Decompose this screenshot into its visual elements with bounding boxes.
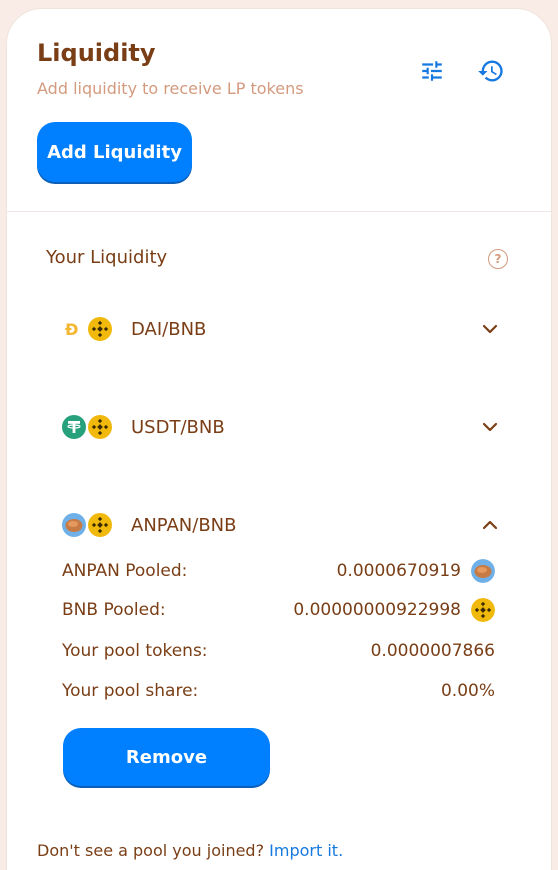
import-pool-prompt: Don't see a pool you joined? Import it. <box>37 841 343 860</box>
remove-button[interactable]: Remove <box>63 728 270 786</box>
anpan-pooled-value: 0.0000670919 <box>336 561 461 581</box>
page-title: Liquidity <box>37 39 156 67</box>
anpan-pooled-label: ANPAN Pooled: <box>62 561 188 581</box>
help-icon[interactable]: ? <box>488 249 508 269</box>
chevron-down-icon[interactable] <box>478 317 502 341</box>
pool-share-value: 0.00% <box>440 681 495 701</box>
pair-label: ANPAN/BNB <box>131 514 237 536</box>
bnb-icon <box>88 317 112 341</box>
bnb-icon <box>471 598 495 622</box>
pool-tokens-value: 0.0000007866 <box>370 641 495 661</box>
pair-token-icons: Đ <box>62 315 122 343</box>
anpan-pooled-row: ANPAN Pooled: 0.0000670919 <box>62 558 495 584</box>
page-subtitle: Add liquidity to receive LP tokens <box>37 79 304 98</box>
your-liquidity-heading: Your Liquidity <box>46 247 168 268</box>
bnb-icon <box>88 513 112 537</box>
chevron-up-icon[interactable] <box>478 513 502 537</box>
dai-icon: Đ <box>62 317 86 341</box>
import-link[interactable]: Import it. <box>269 841 343 860</box>
pool-share-row: Your pool share: 0.00% <box>62 678 495 704</box>
liquidity-card: Liquidity Add liquidity to receive LP to… <box>6 8 552 870</box>
svg-text:Đ: Đ <box>65 320 78 339</box>
bnb-pooled-row: BNB Pooled: 0.00000000922998 <box>62 597 495 623</box>
pair-row-dai-bnb[interactable]: Đ DAI/BNB <box>62 313 502 345</box>
pair-label: DAI/BNB <box>131 318 207 340</box>
pool-share-label: Your pool share: <box>62 681 199 701</box>
pool-tokens-label: Your pool tokens: <box>62 641 208 661</box>
import-prompt-text: Don't see a pool you joined? <box>37 841 265 860</box>
pair-row-anpan-bnb[interactable]: ANPAN/BNB <box>62 509 502 541</box>
anpan-icon <box>62 513 86 537</box>
anpan-icon <box>471 559 495 583</box>
bnb-pooled-value: 0.00000000922998 <box>293 600 461 620</box>
pair-token-icons <box>62 413 122 441</box>
bnb-icon <box>88 415 112 439</box>
history-icon[interactable] <box>475 55 507 87</box>
sliders-icon[interactable] <box>416 55 448 87</box>
add-liquidity-button[interactable]: Add Liquidity <box>37 122 192 182</box>
pair-row-usdt-bnb[interactable]: USDT/BNB <box>62 411 502 443</box>
pair-token-icons <box>62 511 122 539</box>
pool-tokens-row: Your pool tokens: 0.0000007866 <box>62 638 495 664</box>
chevron-down-icon[interactable] <box>478 415 502 439</box>
bnb-pooled-label: BNB Pooled: <box>62 600 166 620</box>
pair-label: USDT/BNB <box>131 416 225 438</box>
usdt-icon <box>62 415 86 439</box>
card-header: Liquidity Add liquidity to receive LP to… <box>7 9 551 212</box>
